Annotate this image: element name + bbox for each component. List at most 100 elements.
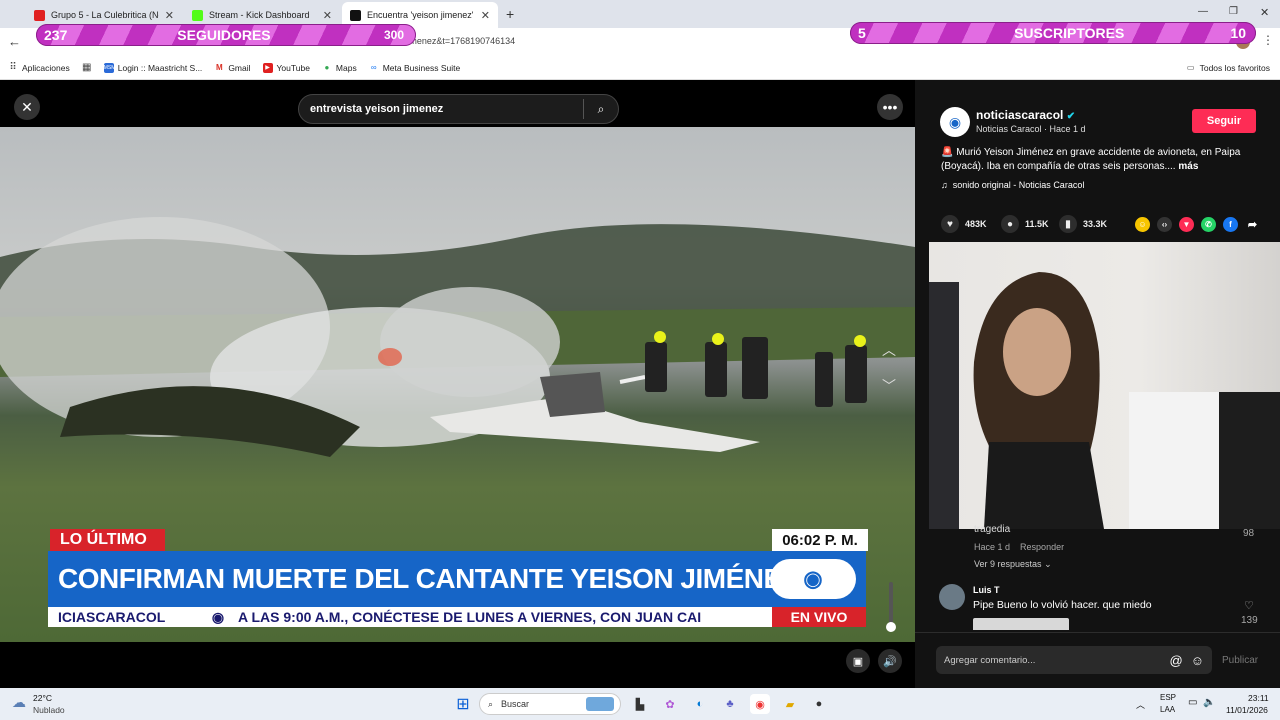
bookmark-label: Maps xyxy=(335,62,357,73)
send-icon[interactable]: ▼ xyxy=(1179,217,1194,232)
speaker-icon[interactable]: 🔈 xyxy=(1203,697,1215,708)
username[interactable]: noticiascaracol ✔ xyxy=(976,108,1075,122)
heart-outline-icon[interactable]: ♡ xyxy=(1244,599,1254,612)
tab-title: Grupo 5 - La Culebritica (Noche xyxy=(51,10,159,20)
comment-input[interactable]: Agregar comentario... @ ☺ xyxy=(936,646,1212,674)
search-bar[interactable]: entrevista yeison jimenez ⌕ xyxy=(298,94,619,124)
bookmark-label: Aplicaciones xyxy=(22,62,70,73)
eye-icon: ◉ xyxy=(211,608,225,625)
post-panel: ◉ noticiascaracol ✔ Noticias Caracol · H… xyxy=(915,80,1280,688)
close-icon[interactable]: ✕ xyxy=(14,94,40,120)
bookmark-meta[interactable]: ∞ Meta Business Suite xyxy=(369,63,460,73)
avatar[interactable]: ◉ xyxy=(940,107,970,137)
comment-likes: 98 xyxy=(1243,528,1255,539)
clock[interactable]: 23:11 xyxy=(1248,693,1269,703)
close-icon[interactable]: ✕ xyxy=(165,9,174,22)
mention-icon[interactable]: @ xyxy=(1170,653,1183,668)
volume-icon[interactable]: 🔊 xyxy=(878,649,902,673)
view-replies[interactable]: Ver 9 respuestas ⌄ xyxy=(974,559,1052,570)
weather-temp[interactable]: 22°C xyxy=(33,693,52,703)
tiktok-icon xyxy=(350,9,361,21)
post-comment-button[interactable]: Publicar xyxy=(1222,655,1258,666)
display-name: Noticias Caracol · Hace 1 d xyxy=(976,124,1086,134)
heart-icon: ♥ xyxy=(941,215,959,233)
bookmark-youtube[interactable]: ▶ YouTube xyxy=(262,62,310,73)
reply-link[interactable]: Responder xyxy=(1020,542,1064,552)
volume-slider[interactable] xyxy=(889,582,893,624)
windows-start-icon[interactable]: ⊞ xyxy=(453,694,473,714)
close-icon[interactable]: ✕ xyxy=(323,9,332,22)
username-text: noticiascaracol xyxy=(976,108,1064,122)
subscribers-count: 5 xyxy=(858,25,866,41)
subscribers-goal-bar: 5 SUSCRIPTORES 10 xyxy=(850,22,1256,44)
weather-label[interactable]: Nublado xyxy=(33,705,65,715)
whatsapp-icon[interactable]: ✆ xyxy=(1201,217,1216,232)
comments-count: 11.5K xyxy=(1025,219,1049,229)
comment-text: Pipe Bueno lo volvió hacer. que miedo xyxy=(973,599,1152,611)
comment-placeholder: Agregar comentario... xyxy=(944,654,1036,666)
volume-handle[interactable] xyxy=(886,622,896,632)
gmail-icon: M xyxy=(215,62,223,72)
network-icon[interactable]: ▭ xyxy=(1188,697,1197,708)
followers-goal-bar: 237 SEGUIDORES 300 xyxy=(36,24,416,46)
comment-attachment[interactable] xyxy=(973,618,1069,630)
like-stat[interactable]: ♥ 483K xyxy=(941,215,987,233)
lang-sub[interactable]: LAA xyxy=(1160,705,1175,714)
bookmark-login[interactable]: MSM Login :: Maastricht S... xyxy=(103,62,202,73)
search-icon[interactable]: ⌕ xyxy=(584,102,618,117)
likes-count: 483K xyxy=(965,219,987,229)
more-options-icon[interactable]: ••• xyxy=(877,94,903,120)
chrome-icon[interactable]: ◉ xyxy=(750,694,770,714)
copilot-icon[interactable]: ✿ xyxy=(660,694,680,714)
sound-text: sonido original - Noticias Caracol xyxy=(952,180,1085,190)
saves-count: 33.3K xyxy=(1083,219,1108,229)
file-explorer-icon[interactable]: ▰ xyxy=(780,694,800,714)
emoji-icon[interactable]: ☺ xyxy=(1191,653,1204,668)
maximize-button[interactable]: ❐ xyxy=(1229,6,1238,17)
share-arrow-icon[interactable]: ➦ xyxy=(1245,217,1260,232)
app-icon[interactable]: ● xyxy=(809,694,829,714)
bookmark-gmail[interactable]: M Gmail xyxy=(214,62,251,73)
more-link[interactable]: más xyxy=(1178,161,1198,172)
bookmark-label: YouTube xyxy=(276,62,310,73)
share-icons: ☺ ‹› ▼ ✆ f ➦ xyxy=(1135,217,1260,232)
maps-pin-icon: ● xyxy=(324,62,330,72)
chevron-down-icon[interactable]: ﹀ xyxy=(882,376,896,396)
close-icon[interactable]: ✕ xyxy=(481,9,490,22)
bookmark-grid[interactable]: ▦ xyxy=(82,62,92,73)
facebook-icon[interactable]: f xyxy=(1223,217,1238,232)
comment-username[interactable]: Luis T xyxy=(973,585,1000,595)
save-stat[interactable]: ▮ 33.3K xyxy=(1059,215,1107,233)
minimize-button[interactable]: — xyxy=(1198,6,1208,17)
bookmark-apps[interactable]: ⠿ Aplicaciones xyxy=(8,62,70,73)
date[interactable]: 11/01/2026 xyxy=(1226,705,1268,715)
pip-icon[interactable]: ▣ xyxy=(846,649,870,673)
sound-row[interactable]: ♫ sonido original - Noticias Caracol xyxy=(941,180,1084,190)
folder-icon: ▭ xyxy=(1186,62,1195,72)
task-view-icon[interactable]: ▙ xyxy=(630,694,650,714)
ticker-left: ICIASCARACOL xyxy=(58,609,166,625)
lang-label[interactable]: ESP xyxy=(1160,693,1176,702)
comment-stat[interactable]: ● 11.5K xyxy=(1001,215,1049,233)
embed-icon[interactable]: ‹› xyxy=(1157,217,1172,232)
all-favorites[interactable]: ▭ Todos los favoritos xyxy=(1186,63,1270,73)
ticker-text: A LAS 9:00 A.M., CONÉCTESE DE LUNES A VI… xyxy=(238,609,702,625)
menu-icon[interactable]: ⋮ xyxy=(1262,33,1274,47)
bookmark-maps[interactable]: ● Maps xyxy=(322,63,357,73)
embed-emoji-icon[interactable]: ☺ xyxy=(1135,217,1150,232)
back-icon[interactable]: ← xyxy=(8,34,21,49)
window-close-button[interactable]: ✕ xyxy=(1260,6,1269,19)
teams-icon[interactable]: ♣ xyxy=(720,694,740,714)
new-tab-button[interactable]: + xyxy=(506,6,514,22)
follow-button[interactable]: Seguir xyxy=(1192,109,1256,133)
tray-chevron-icon[interactable]: ︿ xyxy=(1136,698,1145,711)
taskbar-search[interactable]: ⌕ Buscar xyxy=(479,693,621,715)
chevron-up-icon[interactable]: ︿ xyxy=(882,340,896,360)
subscribers-label: SUSCRIPTORES xyxy=(1014,25,1125,41)
kick-icon xyxy=(192,9,203,21)
avatar[interactable] xyxy=(939,584,965,610)
music-note-icon: ♫ xyxy=(941,180,948,190)
edge-icon[interactable]: ◐ xyxy=(690,694,710,714)
taskbar-search-label: Buscar xyxy=(501,699,530,709)
search-input[interactable]: entrevista yeison jimenez xyxy=(310,103,583,115)
